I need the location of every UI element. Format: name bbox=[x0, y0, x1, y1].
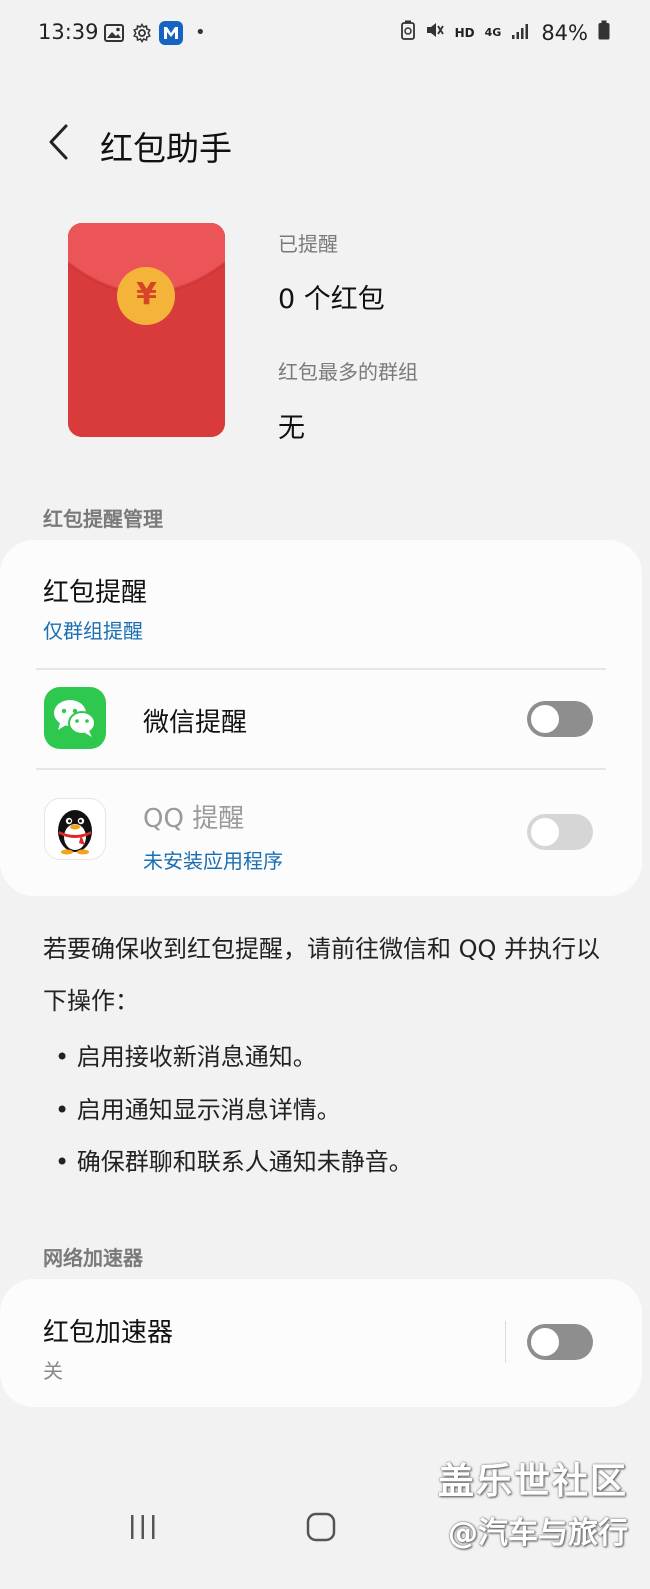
bullet-item: • 确保群聊和联系人通知未静音。 bbox=[55, 1142, 413, 1177]
settings-icon bbox=[131, 22, 153, 44]
bullet-text: 启用通知显示消息详情。 bbox=[76, 1096, 341, 1124]
battery-text: 84% bbox=[541, 20, 588, 45]
watermark-line1: 盖乐世社区 bbox=[437, 1461, 628, 1502]
recent-apps-button[interactable] bbox=[128, 1510, 158, 1544]
gallery-icon bbox=[103, 22, 125, 44]
watermark-line2: @汽车与旅行 bbox=[448, 1516, 628, 1551]
envelope-symbol: ¥ bbox=[136, 277, 157, 312]
qq-toggle[interactable] bbox=[527, 814, 593, 850]
app-m-icon bbox=[159, 21, 183, 45]
wechat-reminder-row[interactable]: 微信提醒 bbox=[0, 670, 642, 768]
red-envelope-reminder-row[interactable]: 红包提醒 仅群组提醒 bbox=[0, 540, 642, 668]
toggle-knob bbox=[529, 816, 561, 848]
back-button[interactable] bbox=[38, 118, 78, 166]
reminded-label: 已提醒 bbox=[278, 232, 338, 256]
bullet-dot: • bbox=[55, 1096, 70, 1124]
mute-icon bbox=[425, 20, 445, 45]
notification-dot: • bbox=[195, 22, 206, 43]
red-envelope-icon: ¥ bbox=[68, 223, 225, 437]
bullet-dot: • bbox=[55, 1043, 70, 1071]
toggle-knob bbox=[529, 1326, 561, 1358]
qq-sub: 未安装应用程序 bbox=[143, 849, 283, 873]
wechat-label: 微信提醒 bbox=[143, 708, 248, 738]
battery-icon bbox=[598, 20, 610, 45]
bullet-item: • 启用接收新消息通知。 bbox=[55, 1037, 317, 1072]
accelerator-sub: 关 bbox=[43, 1359, 63, 1383]
reminder-section-header: 红包提醒管理 bbox=[43, 507, 163, 531]
accelerator-section-header: 网络加速器 bbox=[43, 1246, 143, 1270]
accelerator-card: 红包加速器 关 bbox=[0, 1279, 642, 1407]
home-icon bbox=[306, 1512, 336, 1542]
bullet-item: • 启用通知显示消息详情。 bbox=[55, 1090, 341, 1125]
battery-saver-icon bbox=[400, 20, 415, 45]
wechat-toggle[interactable] bbox=[527, 701, 593, 737]
reminder-title: 红包提醒 bbox=[43, 578, 148, 608]
accelerator-title: 红包加速器 bbox=[43, 1318, 174, 1348]
page-title: 红包助手 bbox=[100, 129, 232, 168]
status-time: 13:39 bbox=[38, 20, 99, 44]
top-group-label: 红包最多的群组 bbox=[278, 360, 418, 384]
qq-reminder-row[interactable]: QQ 提醒 未安装应用程序 bbox=[0, 770, 642, 896]
info-intro: 若要确保收到红包提醒，请前往微信和 QQ 并执行以下操作： bbox=[43, 935, 601, 1015]
qq-label: QQ 提醒 bbox=[143, 804, 245, 834]
hd-icon: HD bbox=[454, 25, 475, 40]
bullet-text: 确保群聊和联系人通知未静音。 bbox=[76, 1148, 413, 1176]
4g-icon: 4G bbox=[484, 26, 502, 39]
reminder-sub: 仅群组提醒 bbox=[43, 619, 143, 643]
accelerator-row[interactable]: 红包加速器 关 bbox=[0, 1279, 500, 1407]
reminded-value: 0 个红包 bbox=[278, 284, 385, 315]
bullet-dot: • bbox=[55, 1148, 70, 1176]
top-group-value: 无 bbox=[278, 413, 305, 444]
toggle-knob bbox=[529, 703, 561, 735]
chevron-left-icon bbox=[49, 124, 68, 160]
bullet-text: 启用接收新消息通知。 bbox=[76, 1043, 317, 1071]
reminder-card: 红包提醒 仅群组提醒 微信提醒 QQ 提醒 未安装应用程序 bbox=[0, 540, 642, 896]
signal-icon bbox=[511, 21, 531, 45]
wechat-icon bbox=[44, 687, 106, 749]
status-right: HD 4G 84% bbox=[400, 20, 610, 45]
qq-penguin-icon bbox=[44, 798, 106, 860]
accelerator-toggle[interactable] bbox=[527, 1324, 593, 1360]
recent-apps-icon bbox=[131, 1515, 155, 1539]
home-button[interactable] bbox=[304, 1510, 338, 1544]
vertical-divider bbox=[505, 1321, 506, 1363]
